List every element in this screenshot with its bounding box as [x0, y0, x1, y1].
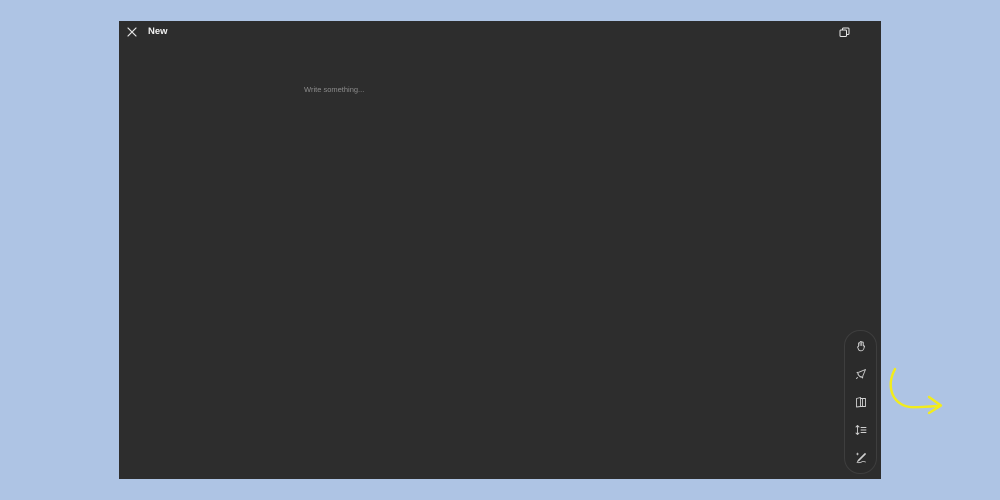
pen-sparkle-icon [855, 452, 866, 463]
hand-tool-button[interactable] [852, 337, 869, 354]
close-icon [127, 27, 137, 37]
side-toolbar [844, 330, 877, 474]
editor-area[interactable]: Write something... [304, 85, 724, 94]
hand-stop-icon [856, 340, 865, 351]
rocket-tool-button[interactable] [852, 365, 869, 382]
annotation-arrow-head [927, 395, 943, 415]
annotation-arrow-shaft [889, 367, 941, 409]
editor-window: New Write something... [119, 21, 943, 479]
restore-window-button[interactable] [837, 25, 851, 39]
annotation-arrow-icon [889, 367, 943, 415]
restore-window-icon [839, 27, 849, 37]
rocket-icon [855, 368, 866, 379]
book-tool-button[interactable] [852, 393, 869, 410]
line-spacing-tool-button[interactable] [852, 421, 869, 438]
book-icon [855, 396, 866, 407]
line-spacing-icon [855, 424, 866, 435]
window-title: New [148, 26, 168, 37]
pen-tool-button[interactable] [852, 449, 869, 466]
close-button[interactable] [125, 25, 139, 39]
